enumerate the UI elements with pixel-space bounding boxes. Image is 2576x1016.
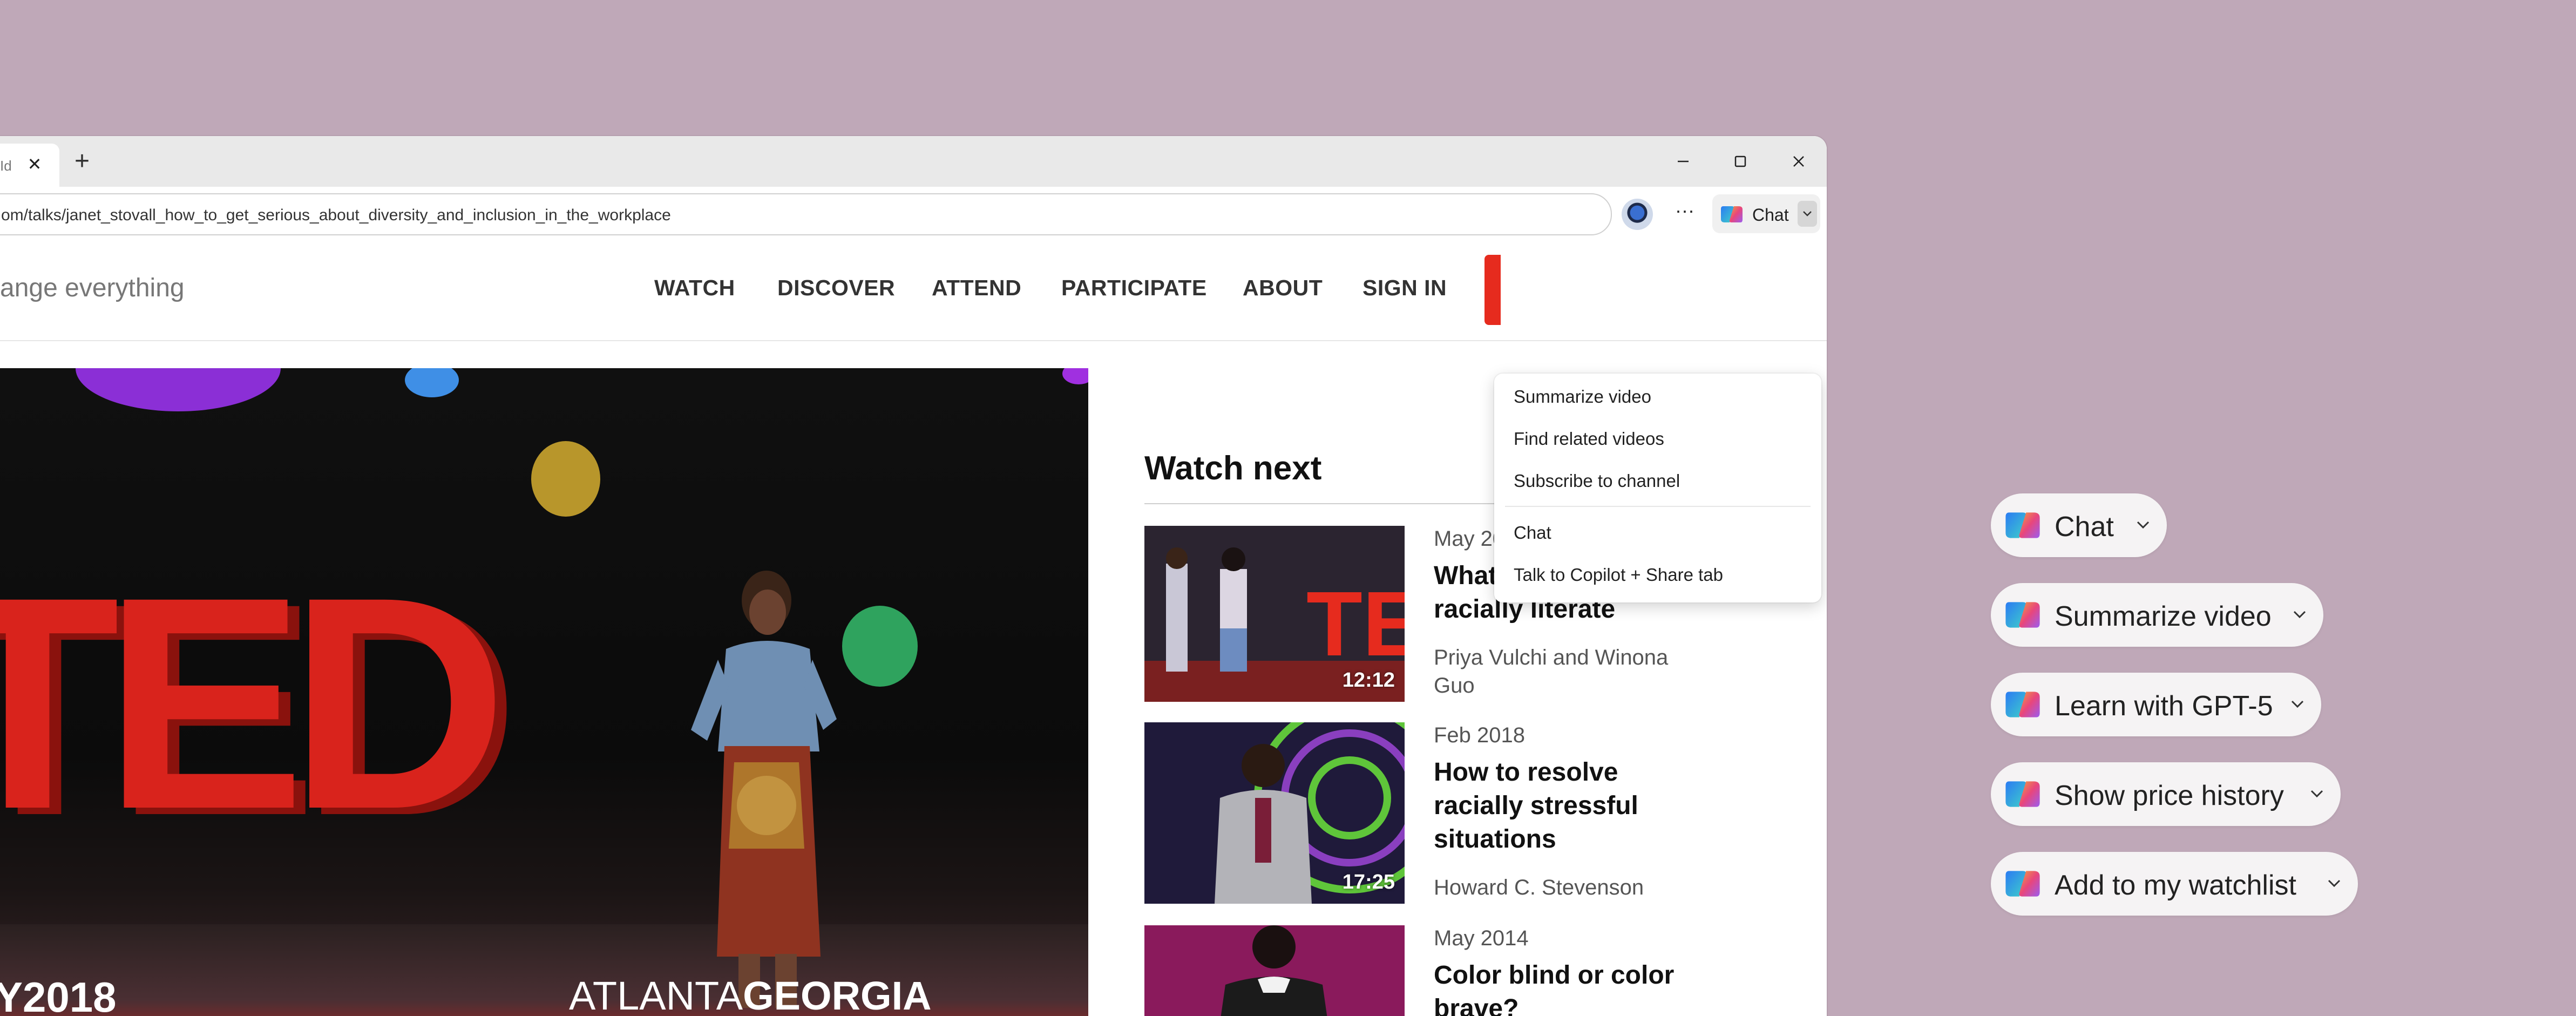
copilot-pill-add-to-watchlist[interactable]: Add to my watchlist (1991, 852, 2358, 916)
pill-label: Show price history (2055, 780, 2284, 811)
card-title[interactable]: Color blind or color brave? (1434, 959, 1714, 1016)
chat-dropdown-chevron-icon[interactable] (1798, 201, 1817, 227)
card-speaker: Priya Vulchi and Winona Guo (1434, 646, 1669, 697)
more-options-icon[interactable]: ··· (1670, 199, 1699, 228)
nav-participate[interactable]: PARTICIPATE (1061, 275, 1207, 301)
copilot-pill-chat[interactable]: Chat (1991, 493, 2167, 557)
card-speaker: Howard C. Stevenson (1434, 876, 1644, 899)
browser-tab[interactable]: Id ✕ (0, 144, 59, 187)
video-thumbnail[interactable]: TE 12:12 (1144, 526, 1405, 702)
event-city-bold: GEORGIA (743, 973, 932, 1016)
video-thumbnail[interactable]: 17:25 (1144, 722, 1405, 904)
video-event-city: ATLANTAGEORGIA (569, 973, 932, 1016)
menu-item-summarize-video[interactable]: Summarize video (1514, 387, 1651, 407)
copilot-chat-button[interactable]: Chat (1712, 194, 1820, 233)
site-tagline: ange everything (0, 274, 185, 302)
browser-toolbar: om/talks/janet_stovall_how_to_get_seriou… (0, 187, 1827, 243)
copilot-pill-show-price-history[interactable]: Show price history (1991, 762, 2341, 826)
address-url: om/talks/janet_stovall_how_to_get_seriou… (1, 206, 671, 224)
menu-separator (1505, 506, 1811, 507)
nav-watch[interactable]: WATCH (654, 275, 735, 301)
event-year-prefix: Y (0, 973, 23, 1016)
event-city-prefix: ATLANTA (569, 973, 743, 1016)
video-duration: 17:25 (1342, 871, 1395, 893)
stage-light-orb (405, 368, 459, 397)
video-duration: 12:12 (1342, 669, 1395, 692)
event-year: 2018 (23, 973, 117, 1016)
stage-ted-letters: TED (0, 534, 507, 872)
minimize-icon[interactable] (1668, 148, 1698, 175)
menu-item-talk-to-copilot[interactable]: Talk to Copilot + Share tab (1514, 565, 1723, 585)
nav-discover[interactable]: DISCOVER (777, 275, 895, 301)
pill-label: Add to my watchlist (2055, 870, 2296, 901)
window-close-icon[interactable] (1784, 148, 1814, 175)
card-title[interactable]: How to resolve racially stressful situat… (1434, 756, 1714, 856)
menu-item-subscribe-to-channel[interactable]: Subscribe to channel (1514, 471, 1680, 491)
copilot-dropdown-menu: Summarize video Find related videos Subs… (1494, 374, 1821, 602)
card-date: Feb 2018 (1434, 723, 1526, 747)
pill-label: Learn with GPT-5 (2055, 690, 2273, 722)
chat-button-label: Chat (1752, 205, 1789, 225)
copilot-logo-icon (2005, 512, 2040, 538)
pill-label: Chat (2055, 511, 2114, 543)
stage-light-orb (531, 441, 600, 517)
copilot-logo-icon (2005, 692, 2040, 717)
nav-attend[interactable]: ATTEND (932, 275, 1021, 301)
watch-next-card[interactable]: May 2014 Color blind or color brave? (1144, 925, 1717, 1016)
copilot-logo-icon (2005, 871, 2040, 897)
chevron-down-icon[interactable] (2323, 872, 2345, 894)
chevron-down-icon[interactable] (2132, 514, 2154, 536)
video-player[interactable]: TED Y2018 ATLANTAGEORGIA (0, 368, 1088, 1016)
maximize-icon[interactable] (1725, 148, 1755, 175)
svg-text:TE: TE (1306, 573, 1405, 675)
copilot-logo-icon (2005, 602, 2040, 628)
tab-title: Id (0, 158, 12, 174)
browser-window: Id ✕ + om/talks/janet_stovall_how_to_get… (0, 136, 1827, 1016)
chevron-down-icon[interactable] (2287, 693, 2308, 715)
stage-light-orb (76, 368, 281, 411)
stage-light-orb (1062, 368, 1088, 384)
new-tab-plus-icon[interactable]: + (68, 148, 96, 176)
tab-close-icon[interactable]: ✕ (25, 154, 44, 174)
copilot-logo-icon (1721, 206, 1743, 222)
menu-item-find-related-videos[interactable]: Find related videos (1514, 429, 1664, 449)
chevron-down-icon[interactable] (2306, 783, 2328, 804)
speaker-figure (691, 571, 837, 1008)
copilot-logo-icon (2005, 781, 2040, 807)
card-date: May 2014 (1434, 926, 1529, 950)
chevron-down-icon[interactable] (2289, 604, 2310, 625)
video-event-year: Y2018 (0, 973, 117, 1016)
red-action-button[interactable] (1484, 255, 1501, 325)
site-header: ange everything WATCH DISCOVER ATTEND PA… (0, 242, 1827, 341)
nav-about[interactable]: ABOUT (1243, 275, 1323, 301)
profile-avatar-icon[interactable] (1622, 199, 1653, 230)
nav-sign-in[interactable]: SIGN IN (1362, 275, 1447, 301)
tab-strip: Id ✕ + (0, 136, 1827, 187)
address-bar[interactable]: om/talks/janet_stovall_how_to_get_seriou… (0, 193, 1612, 235)
copilot-pill-learn-with-gpt5[interactable]: Learn with GPT-5 (1991, 673, 2321, 736)
video-thumbnail[interactable] (1144, 925, 1405, 1016)
menu-item-chat[interactable]: Chat (1514, 523, 1551, 543)
copilot-pill-summarize-video[interactable]: Summarize video (1991, 583, 2323, 647)
pill-label: Summarize video (2055, 601, 2272, 632)
watch-next-heading: Watch next (1144, 450, 1322, 487)
watch-next-card[interactable]: 17:25 Feb 2018 How to resolve racially s… (1144, 722, 1717, 911)
